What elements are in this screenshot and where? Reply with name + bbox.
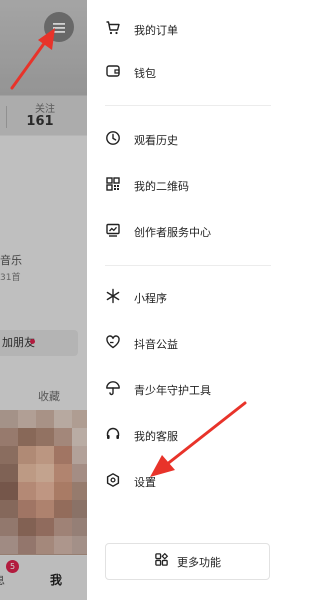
section-divider bbox=[105, 265, 271, 266]
menu-item-wallet[interactable]: 钱包 bbox=[105, 60, 275, 86]
charity-heart-icon bbox=[105, 334, 121, 354]
menu-item-qr-code[interactable]: 我的二维码 bbox=[105, 173, 275, 199]
settings-hexagon-icon bbox=[105, 472, 121, 492]
menu-label: 我的订单 bbox=[134, 24, 178, 37]
menu-item-customer-service[interactable]: 我的客服 bbox=[105, 423, 275, 449]
menu-item-charity[interactable]: 抖音公益 bbox=[105, 331, 275, 357]
headset-icon bbox=[105, 426, 121, 446]
more-features-button[interactable]: 更多功能 bbox=[105, 543, 270, 580]
cart-icon bbox=[105, 20, 121, 40]
umbrella-icon bbox=[105, 380, 121, 400]
more-features-label: 更多功能 bbox=[177, 555, 221, 569]
menu-item-orders[interactable]: 我的订单 bbox=[105, 17, 275, 43]
creator-chart-icon bbox=[105, 222, 121, 242]
menu-label: 设置 bbox=[134, 476, 156, 489]
menu-label: 钱包 bbox=[134, 67, 156, 80]
menu-label: 抖音公益 bbox=[134, 338, 178, 351]
menu-label: 创作者服务中心 bbox=[134, 226, 211, 239]
menu-label: 我的二维码 bbox=[134, 180, 189, 193]
menu-item-settings[interactable]: 设置 bbox=[105, 469, 275, 495]
menu-label: 青少年守护工具 bbox=[134, 384, 211, 397]
wallet-icon bbox=[105, 63, 121, 83]
qr-code-icon bbox=[105, 176, 121, 196]
menu-item-history[interactable]: 观看历史 bbox=[105, 127, 275, 153]
dim-overlay[interactable] bbox=[0, 0, 87, 600]
menu-label: 我的客服 bbox=[134, 430, 178, 443]
section-divider bbox=[105, 105, 271, 106]
menu-item-youth-protection[interactable]: 青少年守护工具 bbox=[105, 377, 275, 403]
menu-label: 小程序 bbox=[134, 292, 167, 305]
clock-icon bbox=[105, 130, 121, 150]
menu-label: 观看历史 bbox=[134, 134, 178, 147]
side-drawer-menu: 我的订单 钱包 观看历史 我的二维码 创作者服务中心 小程序 抖音公益 青少年守… bbox=[87, 0, 287, 600]
mini-program-icon bbox=[105, 288, 121, 308]
menu-item-mini-program[interactable]: 小程序 bbox=[105, 285, 275, 311]
menu-item-creator-center[interactable]: 创作者服务中心 bbox=[105, 219, 275, 245]
profile-background: 关注 161 音乐 31首 加朋友 收藏 息 5 我 bbox=[0, 0, 87, 600]
grid-apps-icon bbox=[154, 552, 169, 571]
